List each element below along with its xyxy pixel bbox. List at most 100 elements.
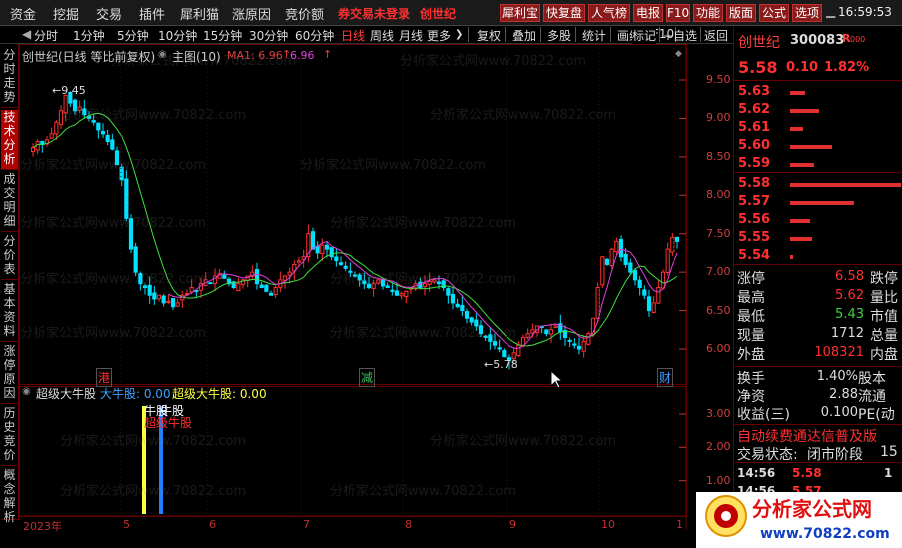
minimize-icon[interactable]: ▁ [826,4,838,20]
action-stats[interactable]: 统计 [582,27,606,44]
tool-button-layout[interactable]: 版面 [726,4,756,22]
ask-price: 5.59 [738,156,771,171]
tool-button-telegraph[interactable]: 电报 [633,4,663,22]
period-arrow-icon[interactable]: ◀ [22,27,31,41]
sidebar-tab-trades[interactable]: 成交明细 [1,172,18,232]
candle-body [170,298,176,308]
tool-button-fupan[interactable]: 快复盘 [543,4,585,22]
period-1min[interactable]: 1分钟 [73,27,105,44]
marker-finance[interactable]: 财 [657,368,674,387]
candle-body [324,244,330,250]
period-more[interactable]: 更多 [427,27,451,44]
indicator-legend-chaoji: 超级大牛股: 0.00 [172,387,267,401]
candle-body [581,340,586,352]
sidebar-tab-profile[interactable]: 基本资料 [1,282,18,342]
candle-body [110,139,115,150]
candle-body [390,289,395,292]
tool-button-formula[interactable]: 公式 [759,4,789,22]
sidebar-tab-history-auction[interactable]: 历史竞价 [1,406,18,466]
candle-body [175,302,180,307]
stat-label: 最高 [737,290,765,306]
action-overlay[interactable]: 叠加 [512,27,536,44]
action-mark[interactable]: 标记 [632,27,657,44]
sidebar-tab-price-table[interactable]: 分价表 [1,234,18,280]
indicator-name[interactable]: 超级大牛股 [36,385,96,402]
candle-body [488,334,493,342]
bid-volume-bar [790,183,901,187]
sidebar-tab-timeline[interactable]: 分时走势 [1,48,18,108]
marker-reduce[interactable]: 减 [359,368,376,387]
login-warning[interactable]: 券交易未登录 [338,5,410,22]
menu-auction[interactable]: 竞价额 [285,4,324,23]
candle-body [609,248,614,267]
candle-body [259,284,264,289]
promo-text[interactable]: 自动续费通达信普及版 [737,426,877,446]
candle-body [548,329,554,335]
period-toolbar: ◀ 分时 1分钟 5分钟 10分钟 15分钟 30分钟 60分钟 日线 周线 月… [0,26,733,44]
action-add-watchlist[interactable]: +自选 [663,27,697,44]
candle-body [604,258,610,265]
main-chart-label[interactable]: 主图(10) [172,48,221,65]
y-axis-label: 8.50 [706,149,731,163]
stat-label: 净资 [737,389,765,405]
ask-volume-bar [790,109,819,113]
sidebar-tab-limit-reason[interactable]: 涨停原因 [1,344,18,404]
indicator-dropdown-icon[interactable]: ◉ [22,386,31,397]
candle-body [96,122,101,131]
period-week[interactable]: 周线 [370,27,394,44]
candle-body [665,248,670,273]
candle-body [329,247,334,258]
action-back[interactable]: 返回 [704,27,728,44]
candle-body [502,350,507,358]
period-5min[interactable]: 5分钟 [117,27,149,44]
more-chevron-icon[interactable]: ❯ [455,29,463,40]
menu-limit-reason[interactable]: 涨原因 [232,4,271,23]
tool-button-xilibao[interactable]: 犀利宝 [500,4,540,22]
menu-trade[interactable]: 交易 [96,4,122,23]
sidebar-tab-technical[interactable]: 技术分析 [1,110,18,170]
tool-button-f10[interactable]: F10 [666,4,690,22]
tool-button-renqi[interactable]: 人气榜 [588,4,630,22]
menu-plugins[interactable]: 插件 [139,4,165,23]
candle-body [572,343,577,346]
indicator-y-axis-label: 2.00 [706,440,731,454]
candle-body [371,283,376,289]
candle-body [282,275,288,281]
sidebar-tab-concept[interactable]: 概念解析 [1,468,18,524]
ask-price: 5.61 [738,120,771,135]
candle-body [553,325,558,328]
menu-xilimao[interactable]: 犀利猫 [180,4,219,23]
tool-button-options[interactable]: 选项 [792,4,822,22]
candle-body [91,120,96,123]
menu-mining[interactable]: 挖掘 [53,4,79,23]
y-axis-label: 7.00 [706,265,731,279]
bid-volume-bar [790,201,854,205]
period-15min[interactable]: 15分钟 [203,27,242,44]
candle-body [156,294,162,300]
quote-change-pct: 1.82% [824,60,870,75]
period-month[interactable]: 月线 [399,27,423,44]
candle-body [320,244,325,255]
period-day[interactable]: 日线 [341,27,365,44]
action-multi[interactable]: 多股 [547,27,571,44]
kline-chart[interactable] [19,44,733,530]
chart-settings-icon[interactable]: ◆ [675,49,682,59]
period-30min[interactable]: 30分钟 [249,27,288,44]
stat-value: 5.62 [835,288,864,303]
candle-body [310,231,316,250]
period-60min[interactable]: 60分钟 [295,27,334,44]
period-10min[interactable]: 10分钟 [158,27,197,44]
action-adjust[interactable]: 复权 [477,27,501,44]
menu-funds[interactable]: 资金 [10,4,36,23]
ask-price: 5.63 [738,84,771,99]
y-axis-label: 9.50 [706,73,731,86]
candle-body [142,285,148,289]
x-axis-label: 9 [509,518,516,531]
candle-body [483,335,488,338]
main-chart-dropdown-icon[interactable]: ◉ [158,49,167,60]
candle-body [189,287,194,293]
period-timeline[interactable]: 分时 [34,27,58,44]
tool-button-function[interactable]: 功能 [693,4,723,22]
ask-volume-bar [790,145,832,149]
candle-body [450,293,456,304]
